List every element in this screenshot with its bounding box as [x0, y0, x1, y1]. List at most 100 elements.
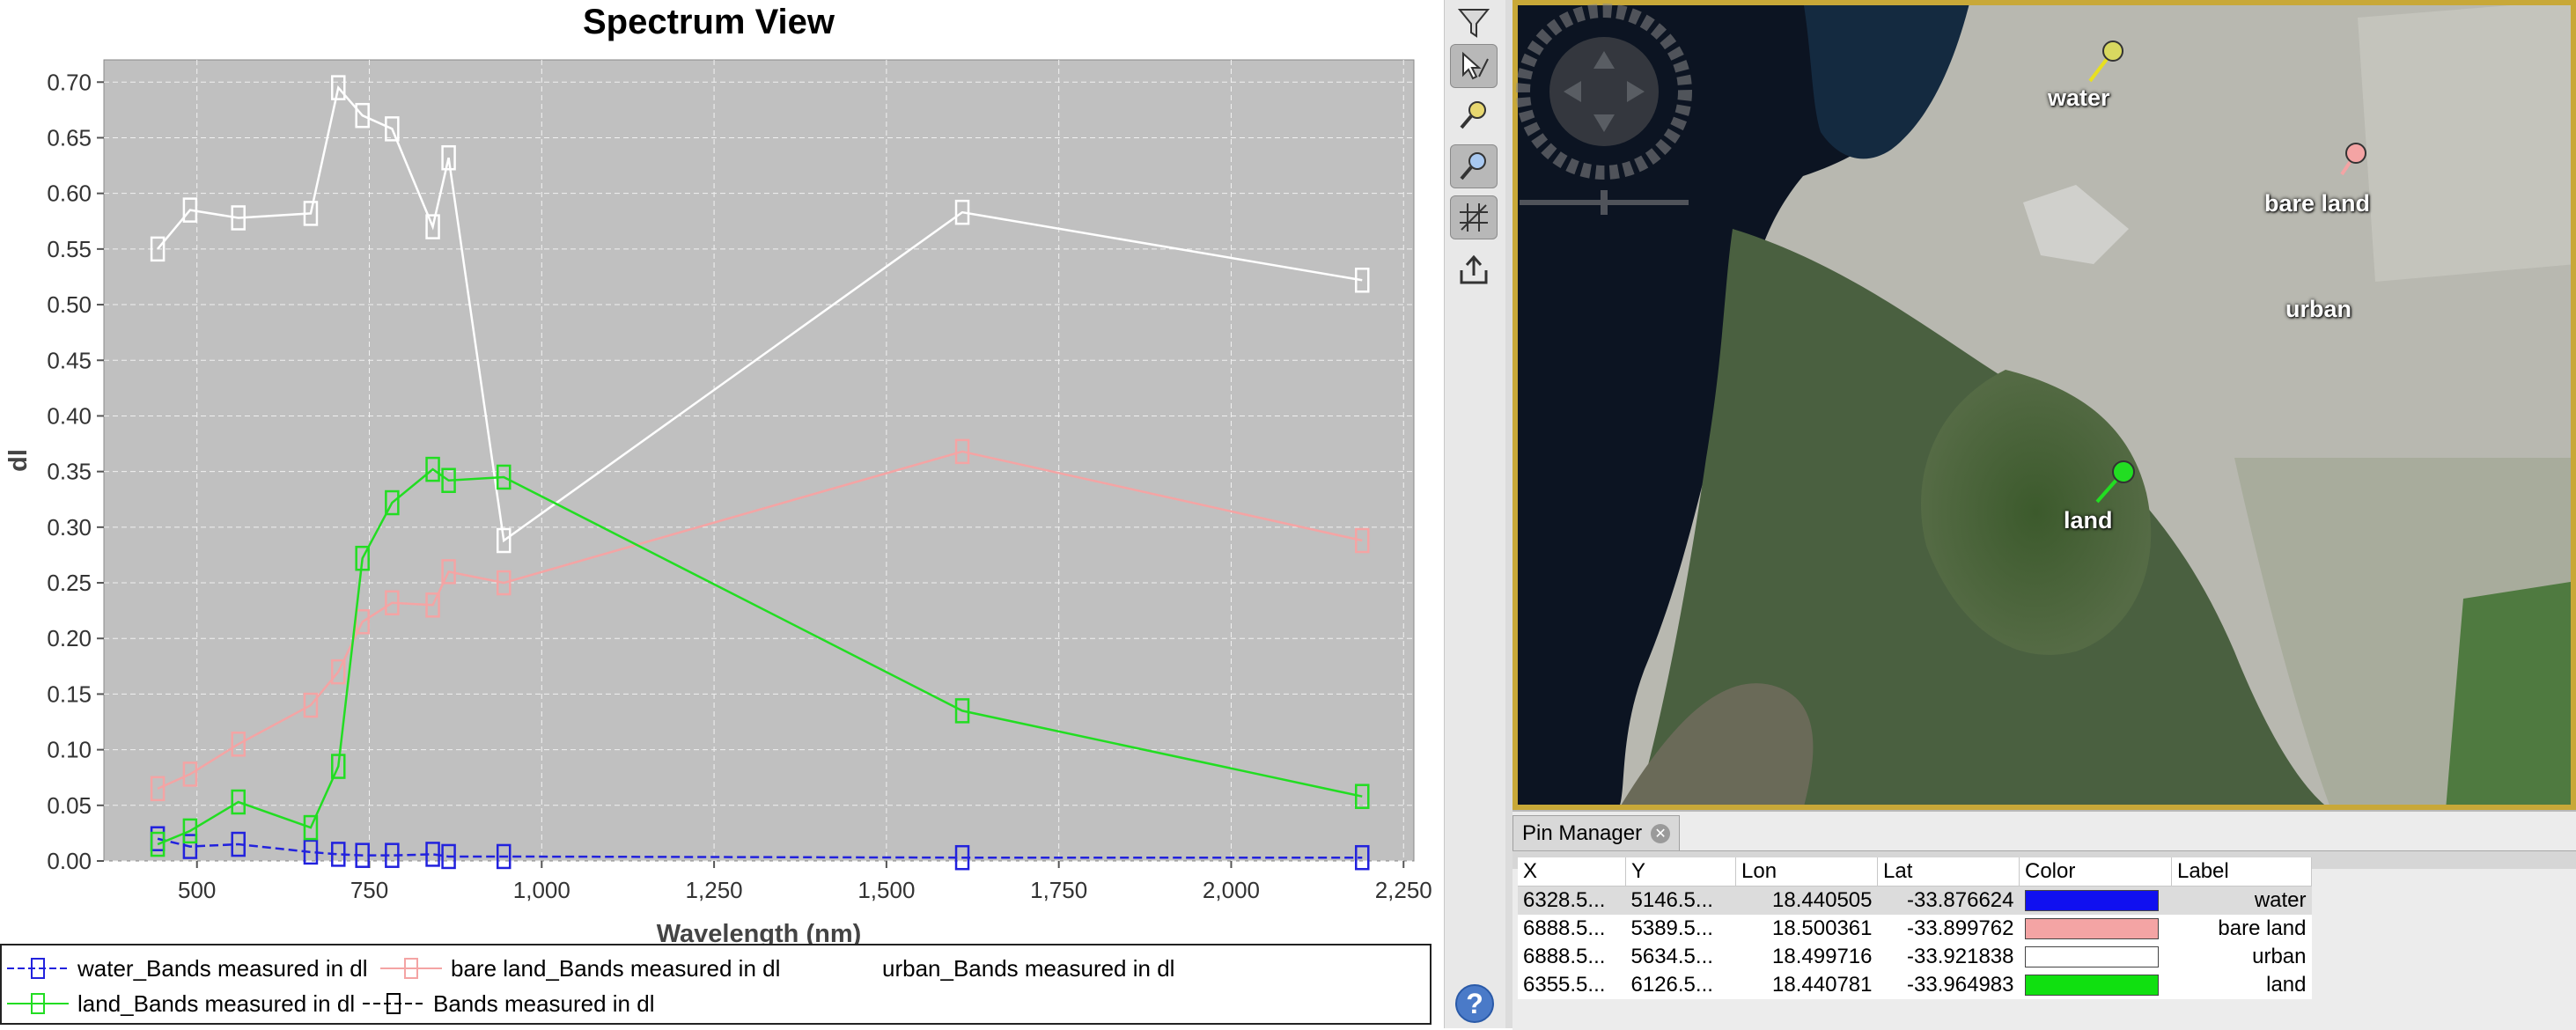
close-icon[interactable]: ✕ [1651, 824, 1671, 843]
zoom-all-icon [1460, 152, 1486, 180]
legend-label-water: water_Bands measured in dl [77, 954, 368, 982]
table-row[interactable]: 6888.5... 5634.5... 18.499716 -33.921838… [1518, 943, 2312, 971]
y-tick-label: 0.25 [47, 570, 92, 596]
plot-area [103, 59, 1415, 862]
y-tick-label: 0.30 [47, 514, 92, 541]
color-swatch [2024, 918, 2159, 939]
pin-manager-tab-label: Pin Manager [1522, 821, 1643, 845]
legend-swatch-bare-land [380, 958, 442, 979]
tab-pin-manager[interactable]: Pin Manager ✕ [1512, 815, 1681, 851]
map-label-urban: urban [2285, 296, 2352, 322]
cell-x: 6888.5... [1523, 945, 1606, 968]
map-label-land: land [2064, 507, 2113, 533]
y-tick-label: 0.10 [47, 737, 92, 763]
legend-swatch-bands [363, 993, 424, 1014]
legend-item-bands: Bands measured in dl [363, 986, 654, 1021]
pin-table-header: X Y Lon Lat Color Label [1518, 857, 2312, 887]
column-header-color[interactable]: Color [2019, 857, 2172, 887]
legend-item-land: land_Bands measured in dl [7, 986, 355, 1021]
zoom-pin-button[interactable] [1450, 93, 1498, 137]
legend-item-urban: urban_Bands measured in dl [812, 951, 1174, 986]
x-axis-label: Wavelength (nm) [657, 920, 862, 944]
table-row[interactable]: 6328.5... 5146.5... 18.440505 -33.876624… [1518, 886, 2312, 915]
legend-label-land: land_Bands measured in dl [77, 990, 356, 1017]
pin-table: X Y Lon Lat Color Label 6328.5... 5146.5… [1518, 857, 2312, 999]
cell-lon: 18.499716 [1772, 945, 1873, 968]
export-button[interactable] [1450, 248, 1498, 292]
cell-label: urban [2252, 945, 2307, 968]
table-row[interactable]: 6888.5... 5389.5... 18.500361 -33.899762… [1518, 915, 2312, 943]
spectrum-chart: 0.00 0.05 0.10 0.15 0.20 0.25 0.30 0.35 0.40 0.45… [4, 59, 1432, 944]
cell-color[interactable] [2020, 943, 2172, 971]
cell-lat: -33.964983 [1907, 973, 2014, 997]
y-tick-label: 0.45 [47, 347, 92, 373]
cell-label: water [2171, 886, 2312, 915]
zoom-all-button[interactable] [1450, 144, 1498, 188]
zoom-pin-icon [1460, 101, 1486, 129]
x-tick-label: 2,250 [1375, 877, 1432, 903]
legend-label-bands: Bands measured in dl [433, 990, 655, 1017]
chart-legend: water_Bands measured in dl bare land_Ban… [0, 944, 1432, 1025]
cell-y: 5146.5... [1625, 886, 1736, 915]
legend-item-water: water_Bands measured in dl [7, 951, 368, 986]
column-header-lon[interactable]: Lon [1735, 857, 1878, 887]
image-map-view[interactable]: water bare land urban land [1512, 0, 2576, 810]
grid-button[interactable] [1450, 195, 1498, 239]
cell-lon: 18.440505 [1735, 886, 1878, 915]
cell-x: 6355.5... [1523, 973, 1606, 997]
select-tool-icon [1462, 51, 1489, 80]
cell-x: 6328.5... [1518, 886, 1626, 915]
cell-x: 6888.5... [1523, 916, 1606, 940]
export-icon [1460, 254, 1488, 284]
help-button[interactable]: ? [1455, 984, 1494, 1023]
cell-label: bare land [2218, 916, 2307, 940]
cell-color[interactable] [2020, 971, 2172, 999]
cell-lat: -33.876624 [1877, 886, 2020, 915]
column-header-x[interactable]: X [1518, 857, 1626, 887]
legend-swatch-urban [812, 958, 873, 979]
x-tick-label: 1,750 [1030, 877, 1087, 903]
x-tick-label: 750 [350, 877, 388, 903]
column-header-label[interactable]: Label [2171, 857, 2312, 887]
y-tick-label: 0.55 [47, 236, 92, 262]
cell-color[interactable] [2019, 886, 2172, 915]
cell-lat: -33.899762 [1907, 916, 2014, 940]
legend-swatch-water [7, 958, 69, 979]
cell-y: 6126.5... [1630, 973, 1713, 997]
panel-splitter[interactable] [1505, 0, 1512, 1028]
x-tick-label: 500 [178, 877, 216, 903]
legend-item-bare-land: bare land_Bands measured in dl [380, 951, 780, 986]
cell-y: 5389.5... [1630, 916, 1713, 940]
cell-lon: 18.500361 [1772, 916, 1873, 940]
y-tick-label: 0.05 [47, 792, 92, 819]
cell-lat: -33.921838 [1907, 945, 2014, 968]
column-header-y[interactable]: Y [1625, 857, 1736, 887]
color-swatch [2024, 975, 2159, 996]
table-row[interactable]: 6355.5... 6126.5... 18.440781 -33.964983… [1518, 971, 2312, 999]
legend-label-urban: urban_Bands measured in dl [882, 954, 1175, 982]
x-tick-label: 2,000 [1203, 877, 1260, 903]
y-tick-label: 0.00 [47, 848, 92, 874]
column-header-lat[interactable]: Lat [1877, 857, 2020, 887]
y-tick-label: 0.50 [47, 291, 92, 318]
x-tick-label: 1,250 [686, 877, 743, 903]
satellite-image [1512, 0, 2576, 810]
y-tick-label: 0.65 [47, 124, 92, 151]
color-swatch [2024, 890, 2159, 911]
x-tick-label: 1,000 [513, 877, 570, 903]
cell-color[interactable] [2020, 915, 2172, 943]
map-label-water: water [2048, 85, 2110, 111]
filter-button[interactable] [1450, 0, 1498, 44]
legend-swatch-land [7, 993, 69, 1014]
y-tick-label: 0.35 [47, 459, 92, 485]
y-tick-label: 0.70 [47, 69, 92, 95]
color-swatch [2024, 946, 2159, 967]
y-tick-label: 0.15 [47, 681, 92, 707]
x-tick-label: 1,500 [857, 877, 915, 903]
select-tool-button[interactable] [1450, 44, 1498, 88]
cell-y: 5634.5... [1630, 945, 1713, 968]
legend-label-bare-land: bare land_Bands measured in dl [451, 954, 781, 982]
grid-icon [1460, 203, 1488, 232]
cell-lon: 18.440781 [1772, 973, 1873, 997]
tool-strip: ? [1444, 0, 1506, 1028]
